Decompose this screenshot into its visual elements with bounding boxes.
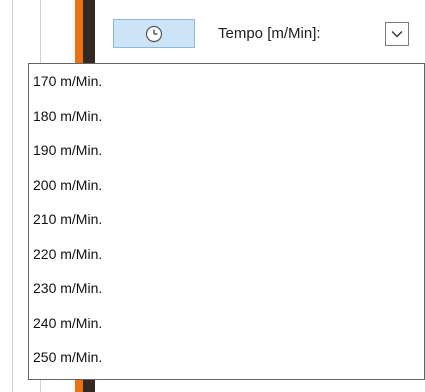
clock-icon (145, 25, 163, 43)
clock-button[interactable] (113, 19, 195, 48)
list-item-tempo-190[interactable]: 190 m/Min. (29, 133, 424, 168)
tempo-dropdown-button[interactable] (385, 22, 409, 46)
chevron-down-icon (391, 25, 403, 43)
grid-line-left (12, 0, 13, 392)
tempo-label: Tempo [m/Min]: (218, 25, 321, 42)
list-item-tempo-250[interactable]: 250 m/Min. (29, 340, 424, 375)
list-item-tempo-230[interactable]: 230 m/Min. (29, 271, 424, 306)
list-item-tempo-170[interactable]: 170 m/Min. (29, 64, 424, 99)
list-item-tempo-240[interactable]: 240 m/Min. (29, 306, 424, 341)
tempo-options-list[interactable]: 170 m/Min. 180 m/Min. 190 m/Min. 200 m/M… (28, 63, 425, 380)
list-item-tempo-210[interactable]: 210 m/Min. (29, 202, 424, 237)
list-item-tempo-180[interactable]: 180 m/Min. (29, 99, 424, 134)
list-item-tempo-220[interactable]: 220 m/Min. (29, 237, 424, 272)
list-item-tempo-200[interactable]: 200 m/Min. (29, 168, 424, 203)
